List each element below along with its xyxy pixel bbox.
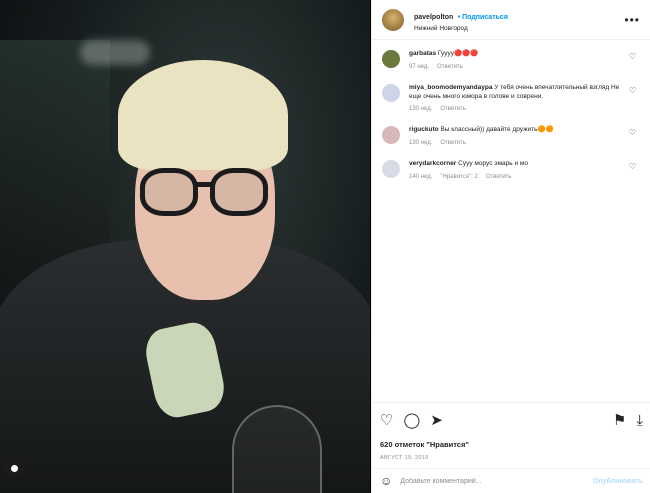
background-light	[80, 40, 150, 65]
bookmark-icon[interactable]: ⚑	[613, 411, 626, 429]
reply-button[interactable]: Ответить	[440, 140, 466, 146]
author-avatar[interactable]	[382, 8, 404, 31]
more-dots-icon[interactable]: •••	[624, 13, 640, 27]
commenter-username[interactable]: miya_boomodemyandaypa	[409, 84, 492, 91]
heart-icon[interactable]: ♡	[629, 86, 636, 95]
comment-text: Вы классный)) давайте дружить🟠🟠	[440, 126, 554, 134]
photo-wineglass	[232, 405, 322, 493]
comment-age: 130 нед.	[409, 106, 433, 113]
reply-button[interactable]: Ответить	[486, 174, 512, 180]
comment-age: 130 нед.	[409, 140, 433, 147]
comment-input[interactable]	[400, 477, 593, 485]
follow-button[interactable]: • Подписаться	[458, 14, 508, 21]
heart-icon[interactable]: ♡	[629, 52, 636, 61]
comments-list: garbatas Гуууу🔴🔴🔴 97 нед. Ответить ♡ miya…	[372, 40, 650, 180]
heart-icon[interactable]: ♡	[629, 128, 636, 137]
reply-button[interactable]: Ответить	[437, 64, 463, 70]
comment-likes[interactable]: "Нравится": 2	[440, 174, 477, 180]
photo-glasses-bridge	[195, 182, 213, 187]
commenter-avatar[interactable]	[382, 50, 400, 68]
commenter-username[interactable]: riguckuto	[409, 126, 439, 133]
commenter-username[interactable]: garbatas	[409, 50, 436, 57]
user-tag-icon[interactable]	[5, 459, 23, 477]
reply-button[interactable]: Ответить	[440, 106, 466, 112]
comment-text: Сууу морус эмарь и мо	[458, 160, 528, 168]
photo-glasses-right	[210, 168, 268, 216]
post-date: АВГУСТ 19, 2019	[380, 455, 429, 461]
share-send-icon[interactable]: ➤	[430, 411, 443, 429]
post-actions: ♡ ◯ ➤ ⚑ ⤓ 620 отметок "Нравится" АВГУСТ …	[372, 402, 650, 461]
download-icon[interactable]: ⤓	[636, 412, 643, 429]
author-username[interactable]: pavelpolton	[414, 14, 453, 21]
emoji-icon[interactable]: ☺	[380, 474, 392, 488]
comment-item: verydarkcorner Сууу морус эмарь и мо 140…	[382, 160, 640, 180]
comment-bubble-icon[interactable]: ◯	[403, 411, 420, 429]
photo-glasses-left	[140, 168, 198, 216]
post-photo[interactable]	[0, 0, 370, 493]
commenter-username[interactable]: verydarkcorner	[409, 160, 456, 167]
comment-item: miya_boomodemyandaypa У тебя очень впеча…	[382, 83, 640, 113]
comment-age: 140 нед.	[409, 173, 433, 180]
likes-count[interactable]: 620 отметок "Нравится"	[380, 440, 643, 449]
comment-age: 97 нед.	[409, 63, 430, 70]
post-side-panel: pavelpolton • Подписаться Нижний Новгоро…	[371, 0, 650, 493]
post-header: pavelpolton • Подписаться Нижний Новгоро…	[372, 0, 650, 40]
photo-hair	[118, 60, 288, 170]
commenter-avatar[interactable]	[382, 160, 400, 179]
commenter-avatar[interactable]	[382, 83, 400, 102]
comment-item: garbatas Гуууу🔴🔴🔴 97 нед. Ответить ♡	[382, 50, 640, 70]
like-heart-icon[interactable]: ♡	[380, 411, 393, 429]
heart-icon[interactable]: ♡	[629, 162, 636, 171]
post-location[interactable]: Нижний Новгород	[414, 25, 624, 33]
comment-item: riguckuto Вы классный)) давайте дружить🟠…	[382, 126, 640, 146]
publish-button[interactable]: Опубликовать	[593, 478, 643, 485]
commenter-avatar[interactable]	[382, 126, 400, 145]
add-comment-bar: ☺ Опубликовать	[372, 468, 650, 493]
comment-text: Гуууу🔴🔴🔴	[437, 50, 479, 57]
